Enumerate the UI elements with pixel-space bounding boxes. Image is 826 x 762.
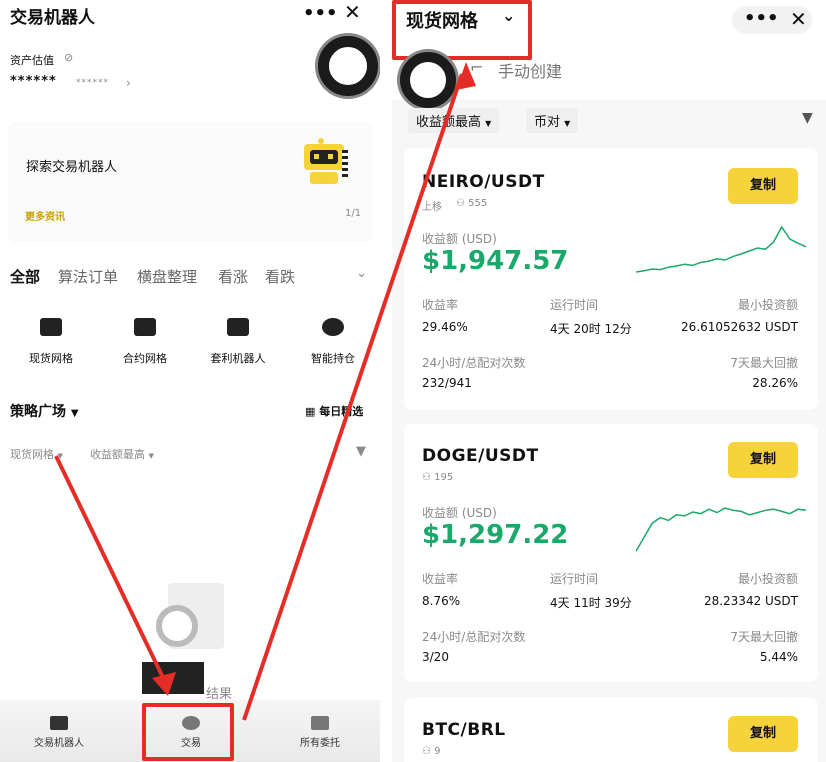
annotation-arrowhead [152, 672, 176, 696]
screenshot-composite: 交易机器人 ••• ✕ 资产估值 ⊘ ****** ****** › 探索交易机… [0, 0, 826, 762]
annotation-arrow-line [242, 73, 464, 721]
annotation-arrow-line [54, 455, 170, 689]
annotation-arrowhead [456, 62, 476, 90]
annotation-arrows [54, 62, 476, 721]
